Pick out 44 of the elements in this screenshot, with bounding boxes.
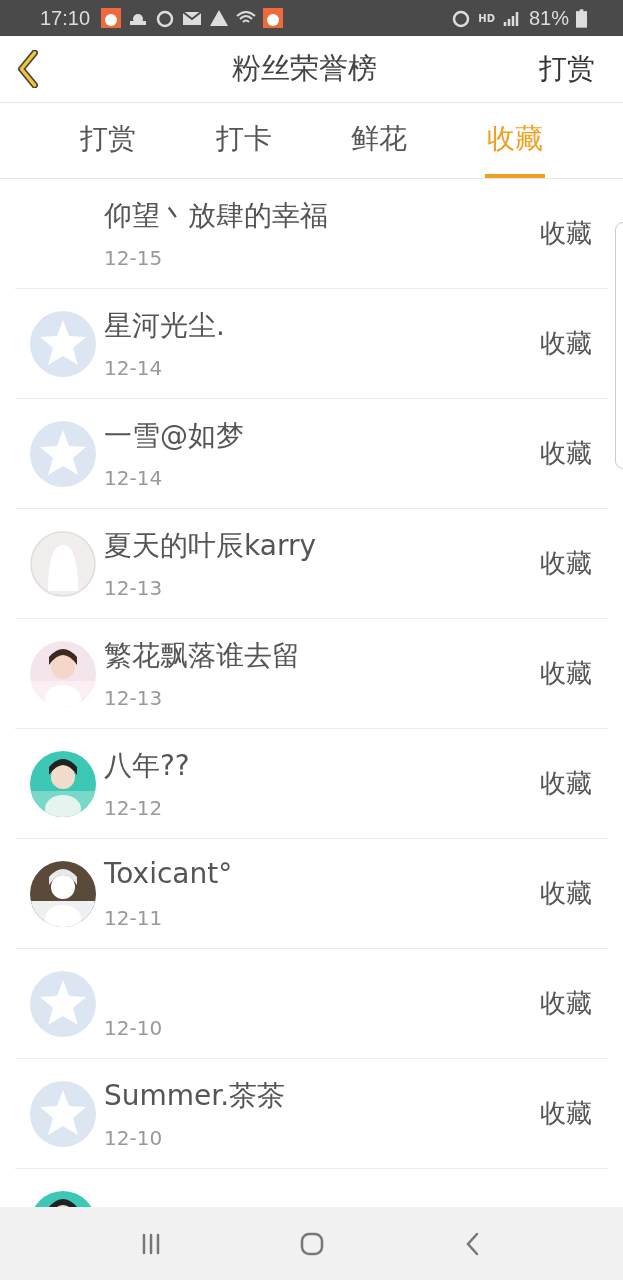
action-type: 收藏 [540, 877, 592, 910]
date-label: 12-13 [104, 576, 164, 600]
tab[interactable]: 鲜花 [349, 103, 410, 178]
action-type: 收藏 [540, 987, 592, 1020]
user-name: 一雪@如梦 [104, 418, 245, 454]
reward-button[interactable]: 打赏 [539, 50, 595, 88]
user-name: Toxicant° [104, 857, 234, 890]
date-label: 12-10 [104, 1016, 164, 1040]
action-type: 收藏 [540, 217, 592, 250]
battery-percent: 81% [528, 6, 569, 30]
tab[interactable]: 打卡 [213, 103, 274, 178]
user-name: 八年?? [104, 748, 191, 784]
user-name: Summer.茶茶 [104, 1078, 287, 1114]
default-avatar-icon [30, 420, 96, 487]
action-type: 收藏 [540, 657, 592, 690]
clock-time: 17:10 [40, 6, 91, 30]
date-label: 12-10 [104, 1126, 164, 1150]
notification-icon [101, 8, 122, 28]
warning-icon [209, 8, 230, 28]
user-name: 星河光尘. [104, 308, 226, 344]
user-name: 夏天的叶辰karry [104, 528, 317, 564]
action-type: 收藏 [540, 1097, 592, 1130]
date-label: 12-14 [104, 356, 164, 380]
notification-icon [263, 8, 284, 28]
avatar-icon [30, 530, 96, 597]
date-label: 12-13 [104, 686, 164, 710]
date-label: 12-14 [104, 466, 164, 490]
tab[interactable]: 打赏 [77, 103, 138, 178]
user-name: 仰望丶放肆的幸福 [104, 198, 329, 234]
default-avatar-icon [30, 1080, 96, 1147]
action-type: 收藏 [540, 327, 592, 360]
default-avatar-icon [30, 970, 96, 1037]
user-name: 繁花飘落谁去留 [104, 638, 301, 674]
date-label: 12-11 [104, 906, 164, 930]
action-type: 收藏 [540, 767, 592, 800]
action-type: 收藏 [540, 437, 592, 470]
page-title: 粉丝荣誉榜 [231, 50, 378, 87]
battery-icon [576, 8, 587, 28]
date-label: 12-15 [104, 246, 164, 270]
date-label: 12-12 [104, 796, 164, 820]
network-label: HD [478, 12, 495, 24]
action-type: 收藏 [540, 547, 592, 580]
default-avatar-icon [30, 310, 96, 377]
back-icon[interactable] [16, 50, 40, 88]
